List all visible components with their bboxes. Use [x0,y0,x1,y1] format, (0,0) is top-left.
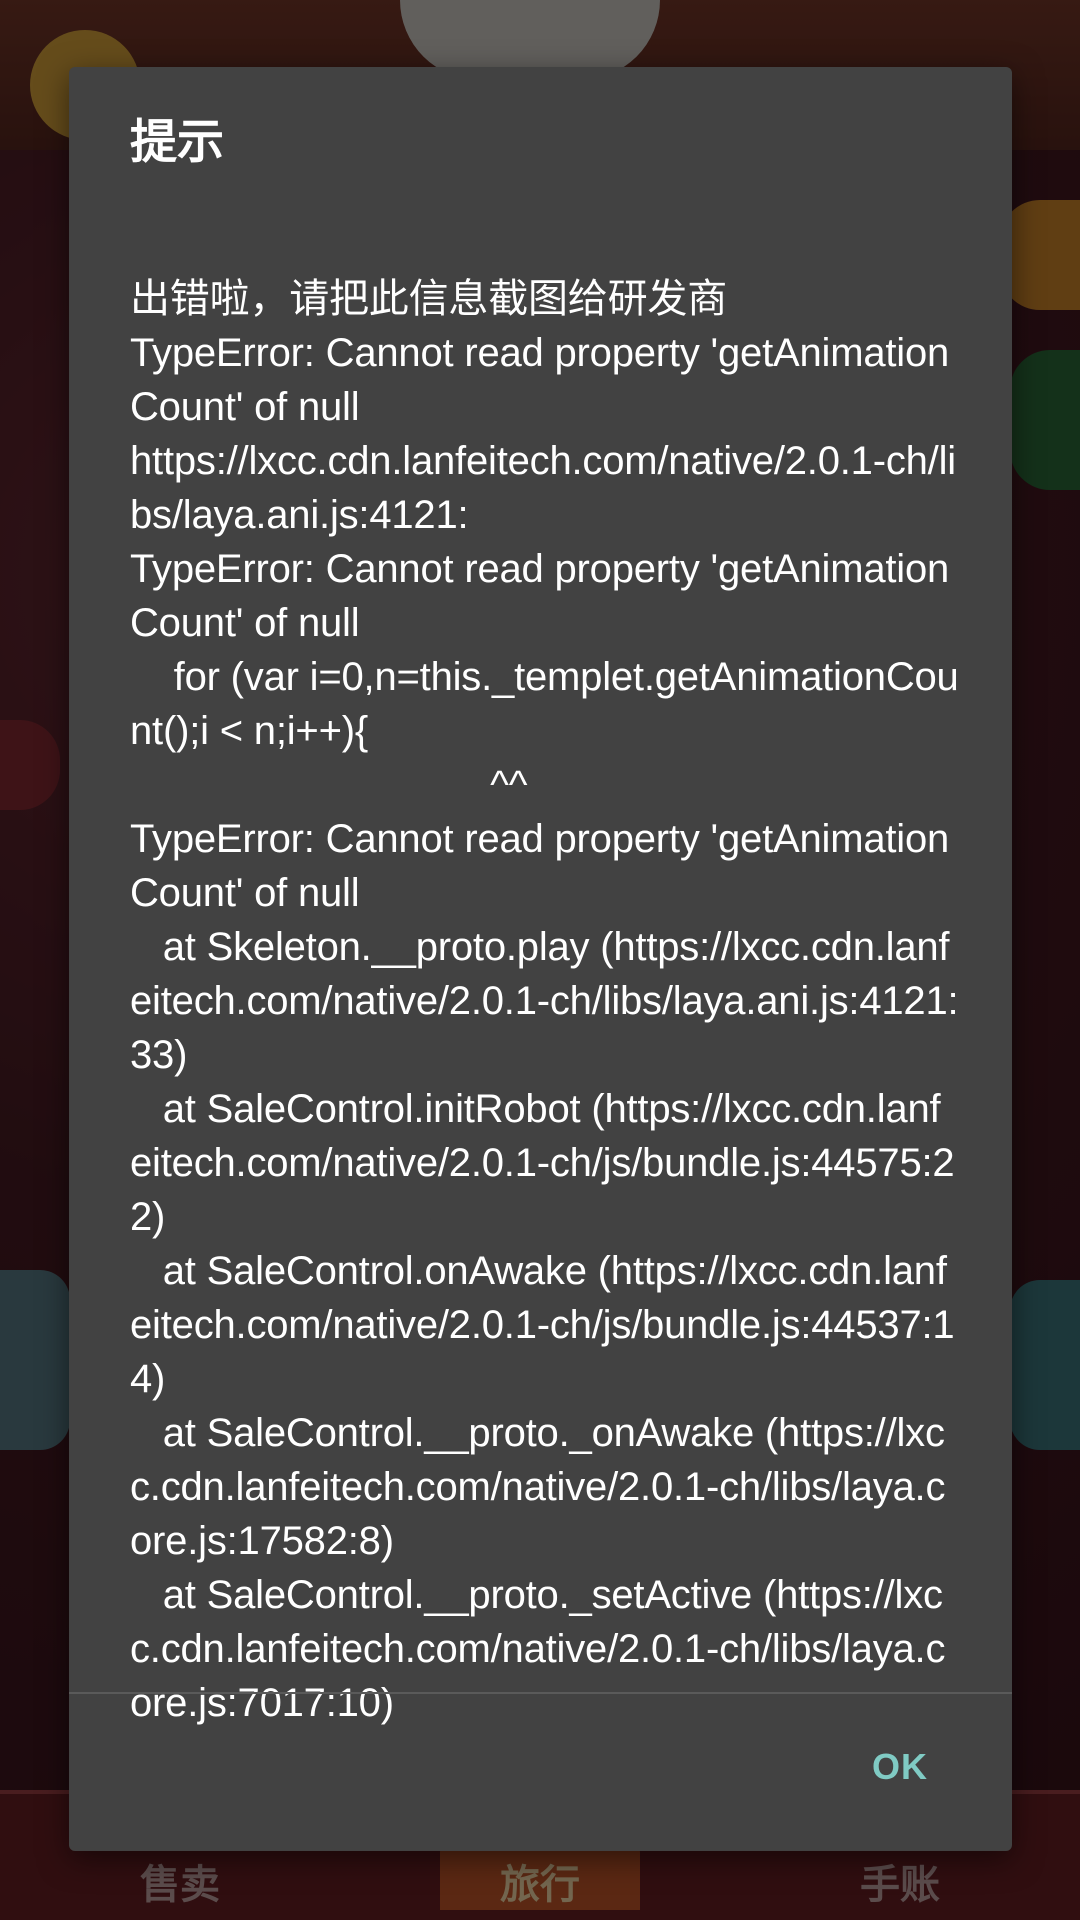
ok-button[interactable]: OK [852,1734,948,1800]
dialog-message-scroll[interactable]: 出错啦，请把此信息截图给研发商 TypeError: Cannot read p… [69,207,1012,1760]
dialog-title: 提示 [130,115,224,168]
dialog-actions: OK [69,1694,1012,1851]
error-dialog: 提示 出错啦，请把此信息截图给研发商 TypeError: Cannot rea… [69,67,1012,1851]
error-message-text: 出错啦，请把此信息截图给研发商 TypeError: Cannot read p… [130,277,959,1725]
